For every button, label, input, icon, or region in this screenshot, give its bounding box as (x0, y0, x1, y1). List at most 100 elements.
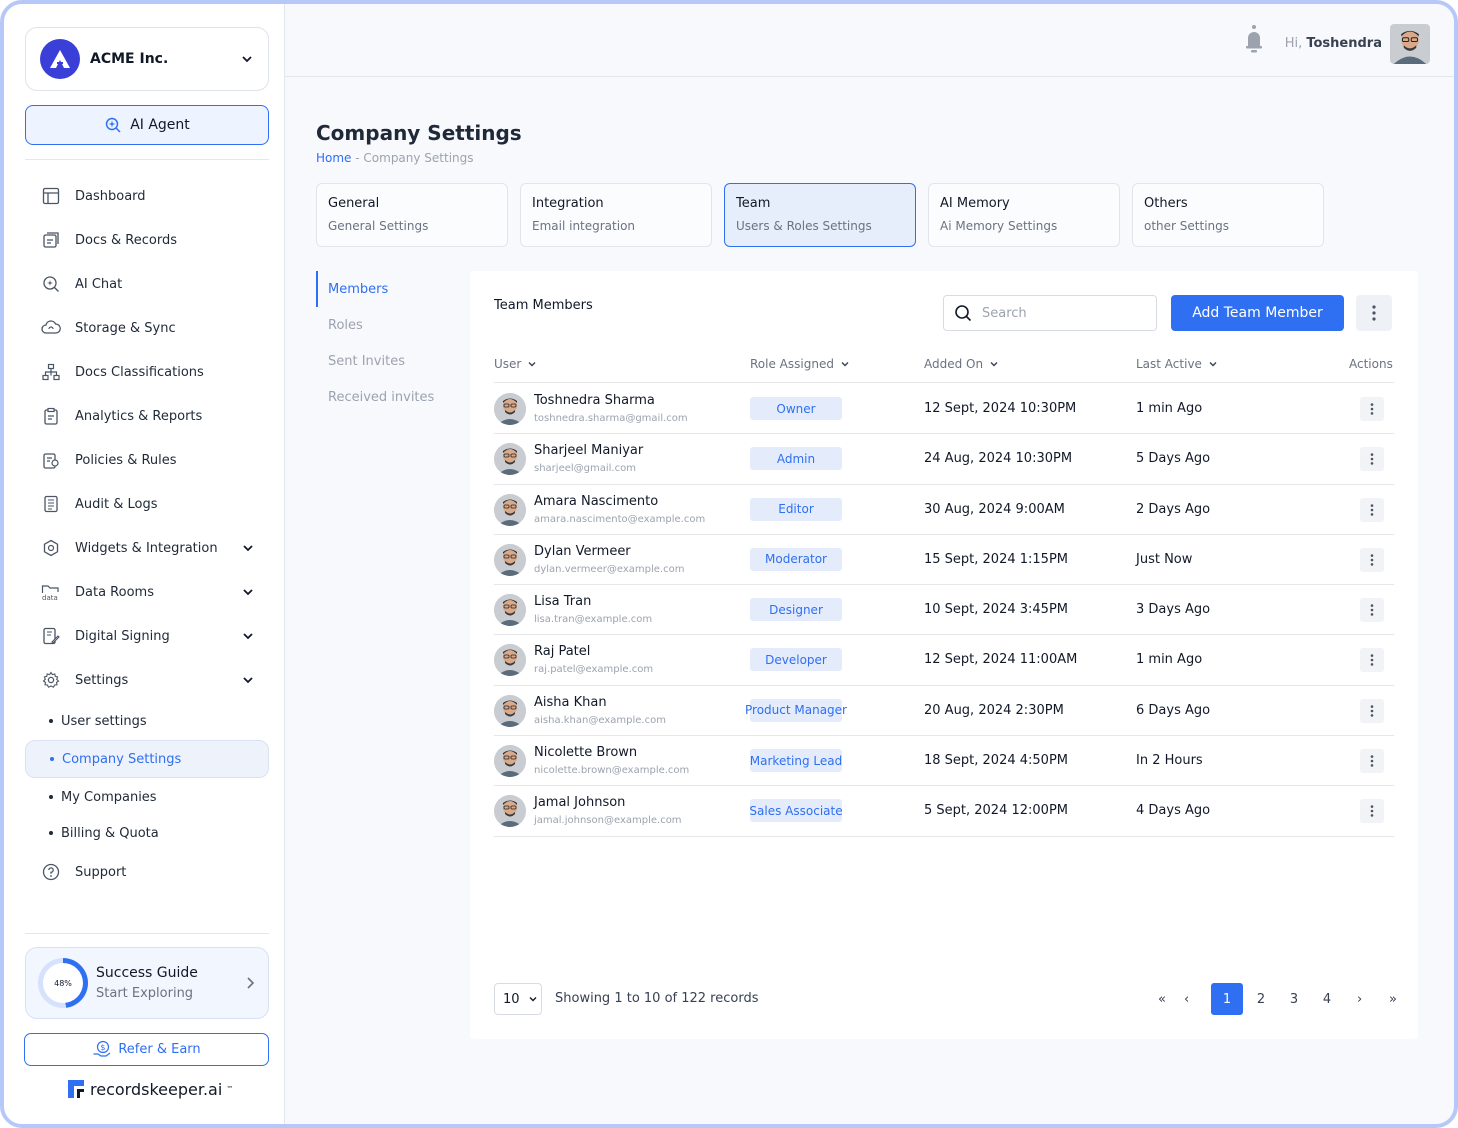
nav-ai-chat[interactable]: AI Chat (25, 262, 269, 306)
role-badge: Designer (750, 598, 842, 622)
nav-widgets-integration[interactable]: Widgets & Integration (25, 526, 269, 570)
docs-icon (41, 230, 61, 250)
avatar[interactable] (1390, 24, 1430, 64)
col-last-active[interactable]: Last Active (1136, 357, 1218, 371)
nav-policies-rules[interactable]: Policies & Rules (25, 438, 269, 482)
greeting: Hi, Toshendra (1285, 36, 1382, 51)
nav-label: Dashboard (75, 188, 146, 204)
prev-page-button[interactable]: ‹ (1184, 983, 1189, 1015)
ai-agent-label: AI Agent (130, 117, 190, 133)
table-row[interactable]: Dylan Vermeer dylan.vermeer@example.com Mo… (494, 535, 1394, 586)
page-1-button[interactable]: 1 (1211, 983, 1243, 1015)
row-actions-button[interactable] (1360, 447, 1384, 472)
sub-user-settings[interactable]: User settings (25, 702, 269, 740)
nav-settings[interactable]: Settings (25, 658, 269, 702)
member-email: jamal.johnson@example.com (534, 815, 682, 827)
subnav-received-invites[interactable]: Received invites (316, 379, 434, 415)
nav-analytics-reports[interactable]: Analytics & Reports (25, 394, 269, 438)
member-name: Aisha Khan (534, 694, 607, 710)
greeting-prefix: Hi, (1284, 36, 1303, 51)
topbar: Hi, Toshendra (285, 4, 1454, 77)
nav-storage-sync[interactable]: Storage & Sync (25, 306, 269, 350)
sort-icon (528, 362, 536, 367)
chevron-down-icon (243, 589, 253, 596)
added-on: 5 Sept, 2024 12:00PM (924, 803, 1069, 819)
subnav-roles[interactable]: Roles (316, 307, 434, 343)
more-options-button[interactable] (1356, 295, 1392, 331)
table-row[interactable]: Raj Patel raj.patel@example.com Developer 1… (494, 635, 1394, 686)
tab-ai-memory[interactable]: AI Memory Ai Memory Settings (928, 183, 1120, 247)
row-actions-button[interactable] (1360, 799, 1384, 824)
bullet (49, 719, 53, 723)
nav-data-rooms[interactable]: data Data Rooms (25, 570, 269, 614)
member-email: dylan.vermeer@example.com (534, 563, 685, 575)
table-row[interactable]: Aisha Khan aisha.khan@example.com Product … (494, 686, 1394, 737)
org-switcher[interactable]: ACME Inc. (25, 27, 269, 91)
col-user[interactable]: User (494, 357, 537, 371)
sub-my-companies[interactable]: My Companies (25, 778, 269, 816)
row-actions-button[interactable] (1360, 547, 1384, 572)
tab-general[interactable]: General General Settings (316, 183, 508, 247)
row-actions-button[interactable] (1360, 497, 1384, 522)
brand-name: recordskeeper.ai (90, 1079, 223, 1099)
row-actions-button[interactable] (1360, 397, 1384, 421)
panel-title: Team Members (494, 298, 593, 313)
nav-audit-logs[interactable]: Audit & Logs (25, 482, 269, 526)
table-row[interactable]: Amara Nascimento amara.nascimento@example… (494, 485, 1394, 535)
sub-billing-quota[interactable]: Billing & Quota (25, 816, 269, 850)
member-email: nicolette.brown@example.com (534, 765, 690, 777)
search-input[interactable]: Search (943, 295, 1157, 331)
row-actions-button[interactable] (1360, 648, 1384, 673)
tab-title: AI Memory (940, 196, 1010, 211)
col-label: Last Active (1136, 357, 1202, 371)
tab-integration[interactable]: Integration Email integration (520, 183, 712, 247)
kebab-menu-icon (1370, 805, 1374, 818)
tab-team[interactable]: Team Users & Roles Settings (724, 183, 916, 247)
row-actions-button[interactable] (1360, 698, 1384, 723)
recordskeeper-logo-icon (68, 1080, 84, 1098)
added-on: 30 Aug, 2024 9:00AM (924, 501, 1065, 517)
role-badge: Admin (750, 447, 842, 471)
col-added[interactable]: Added On (924, 357, 999, 371)
added-on: 12 Sept, 2024 11:00AM (924, 652, 1078, 668)
breadcrumb-home[interactable]: Home (316, 151, 351, 165)
row-actions-button[interactable] (1360, 749, 1384, 774)
page-4-button[interactable]: 4 (1322, 983, 1332, 1015)
add-team-member-button[interactable]: Add Team Member (1171, 295, 1344, 331)
pagination: 10 Showing 1 to 10 of 122 records « ‹ 1 … (494, 983, 1414, 1015)
sub-company-settings[interactable]: Company Settings (25, 740, 269, 778)
nav-support[interactable]: Support (25, 850, 269, 894)
breadcrumb-separator: - (351, 151, 364, 165)
first-page-button[interactable]: « (1158, 983, 1166, 1015)
subnav-sent-invites[interactable]: Sent Invites (316, 343, 434, 379)
tab-others[interactable]: Others other Settings (1132, 183, 1324, 247)
table-row[interactable]: Jamal Johnson jamal.johnson@example.com Sa… (494, 786, 1394, 837)
subnav-members[interactable]: Members (316, 271, 434, 307)
table-row[interactable]: Toshnedra Sharma toshnedra.sharma@gmail.c… (494, 384, 1394, 435)
nav-dashboard[interactable]: Dashboard (25, 174, 269, 218)
next-page-button[interactable]: › (1357, 983, 1362, 1015)
kebab-menu-icon (1370, 604, 1374, 616)
page-size-select[interactable]: 10 (494, 983, 542, 1015)
row-actions-button[interactable] (1360, 598, 1384, 623)
refer-earn-button[interactable]: $ Refer & Earn (24, 1033, 269, 1066)
brand-logo: recordskeeper.ai ™ (66, 1078, 233, 1100)
nav-label: Policies & Rules (75, 452, 177, 468)
nav-digital-signing[interactable]: Digital Signing (25, 614, 269, 658)
ai-agent-button[interactable]: AI Agent (25, 105, 269, 145)
table-row[interactable]: Sharjeel Maniyar sharjeel@gmail.com Admin 2… (494, 434, 1394, 485)
table-row[interactable]: Nicolette Brown nicolette.brown@example.c… (494, 736, 1394, 787)
col-role[interactable]: Role Assigned (750, 357, 850, 371)
table-row[interactable]: Lisa Tran lisa.tran@example.com Designer 10… (494, 585, 1394, 636)
page-2-button[interactable]: 2 (1256, 983, 1266, 1015)
page-3-button[interactable]: 3 (1289, 983, 1299, 1015)
bell-icon[interactable] (1244, 24, 1264, 54)
last-page-button[interactable]: » (1389, 983, 1397, 1015)
role-badge: Marketing Lead (750, 749, 842, 773)
success-guide-card[interactable]: 48% Success Guide Start Exploring (25, 947, 269, 1019)
last-active: 3 Days Ago (1136, 602, 1211, 618)
cloud-sync-icon (41, 318, 61, 338)
role-badge: Sales Associate (749, 799, 843, 823)
nav-docs-records[interactable]: Docs & Records (25, 218, 269, 262)
nav-docs-classifications[interactable]: Docs Classifications (25, 350, 269, 394)
